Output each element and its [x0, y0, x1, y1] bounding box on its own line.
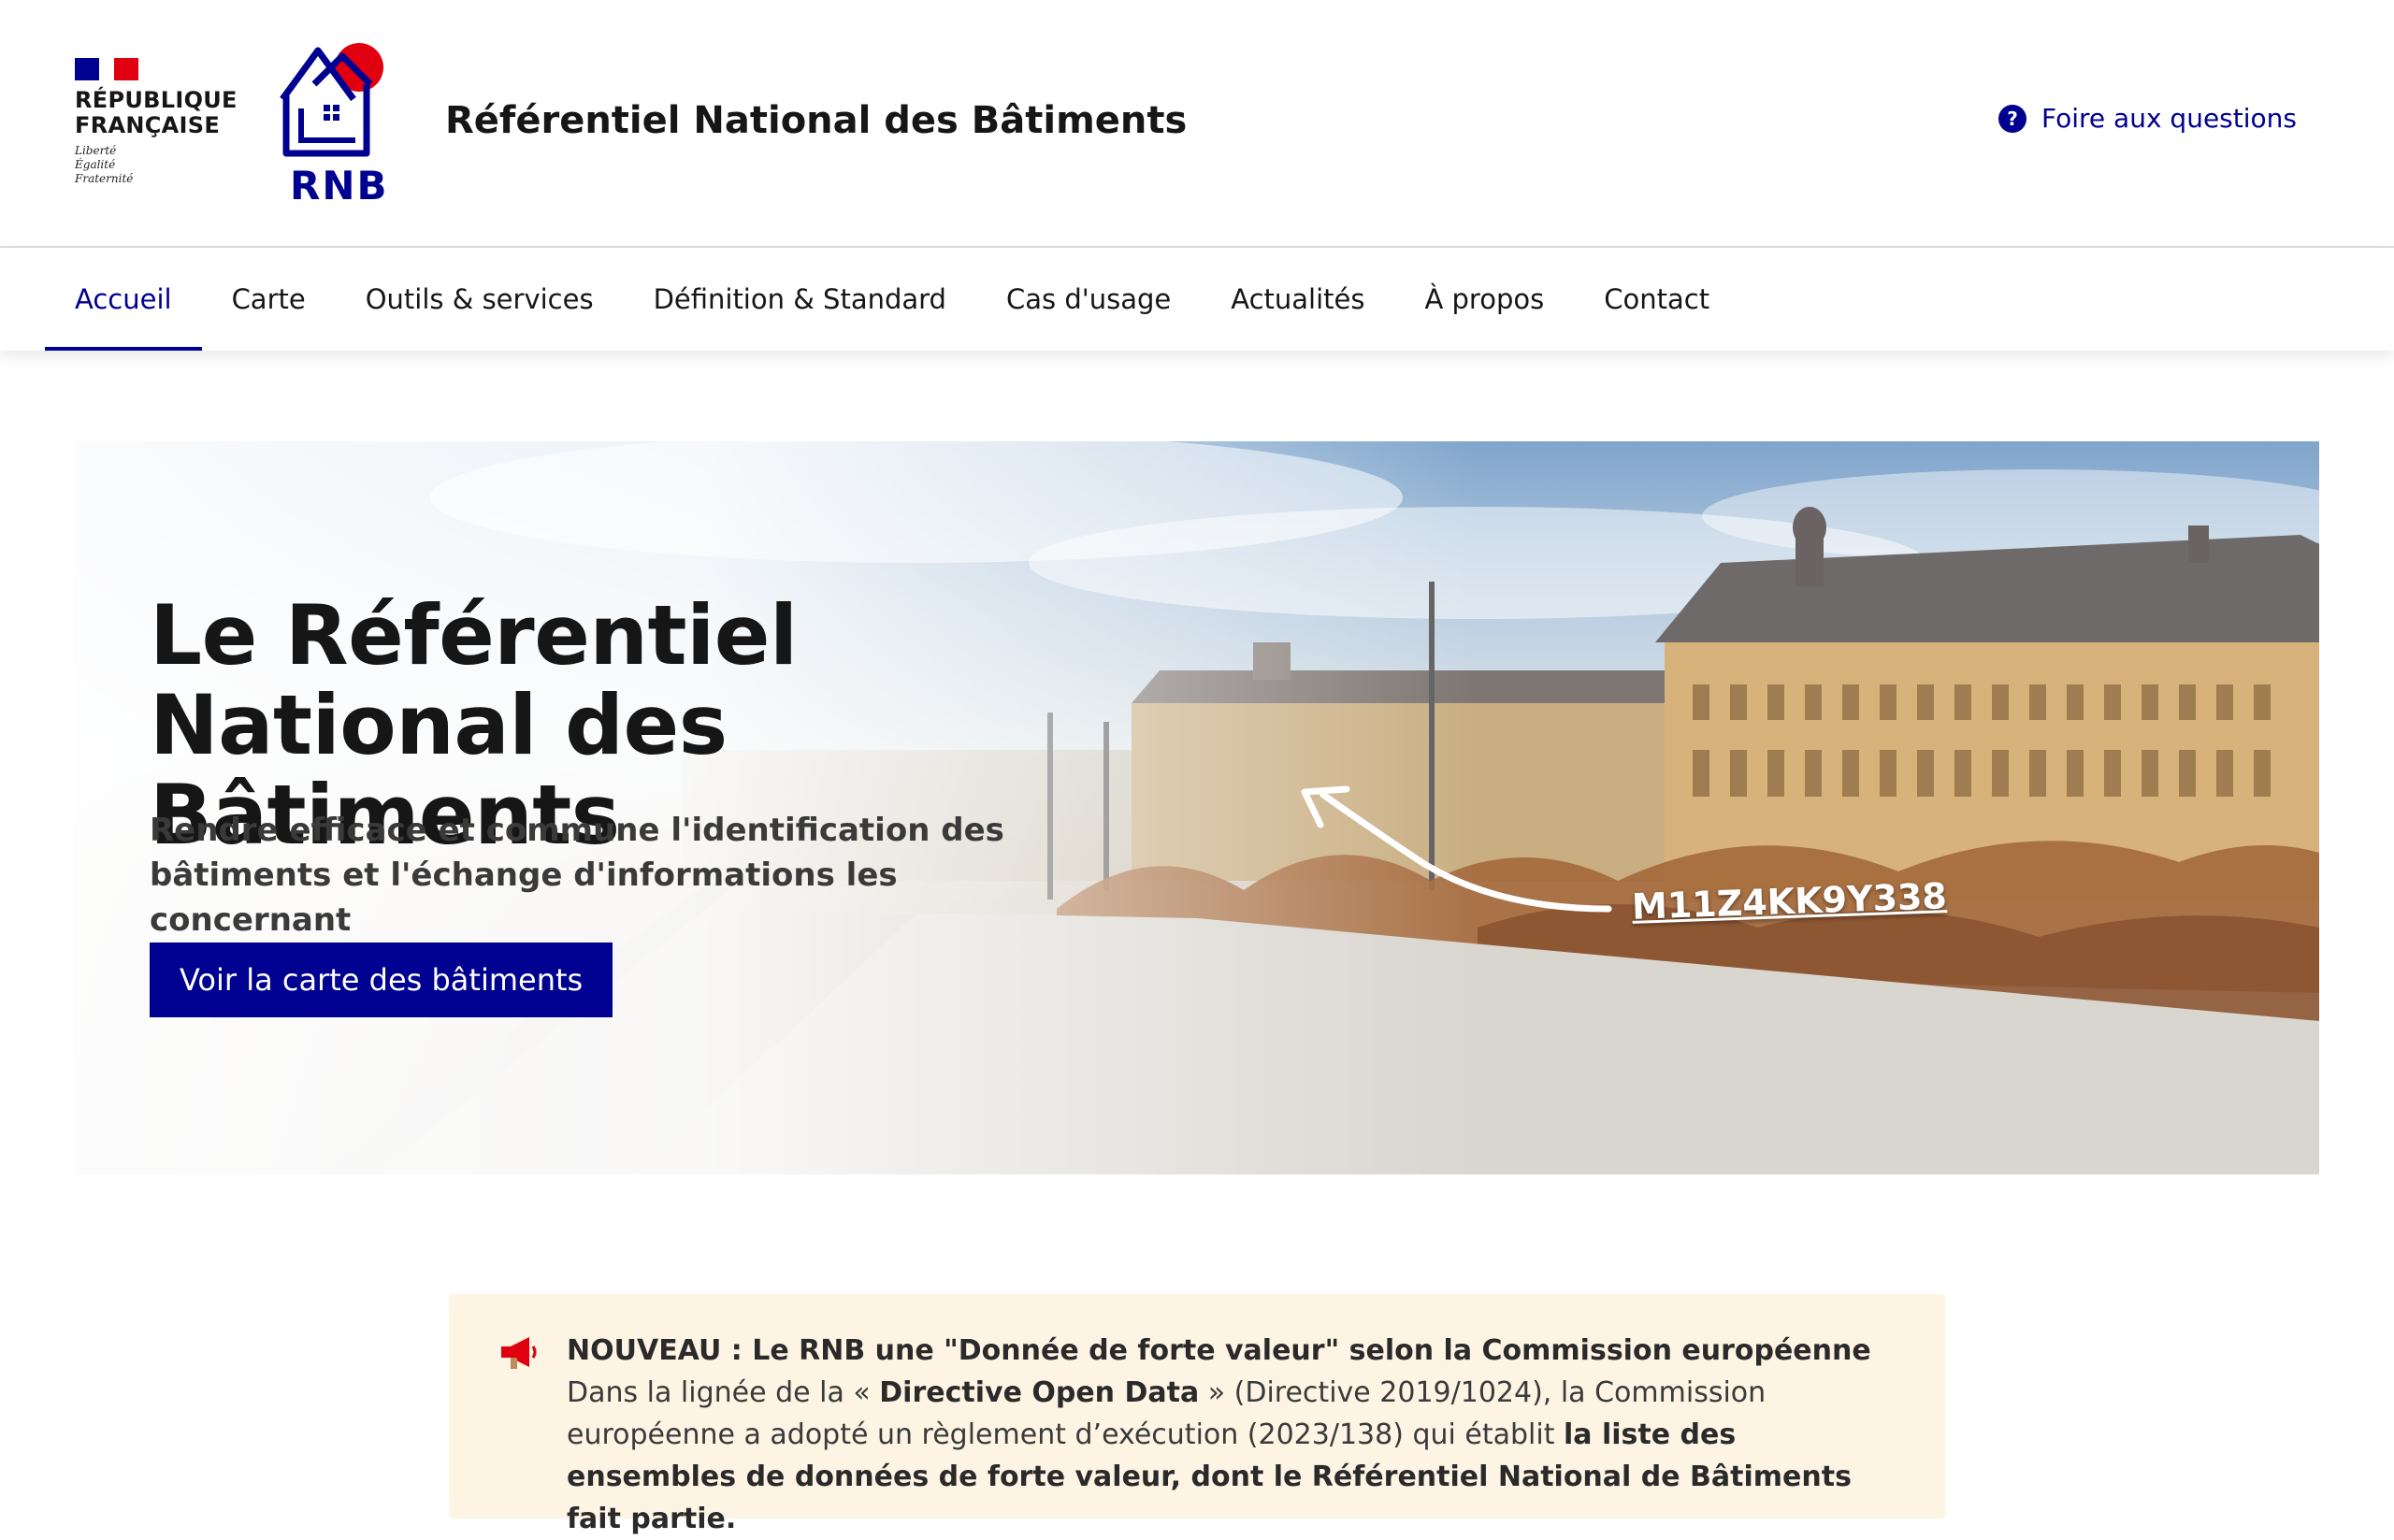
nav-item-outils-services[interactable]: Outils & services — [336, 248, 624, 351]
republique-francaise-name: République Française — [75, 87, 238, 138]
notice-text: Dans la lignée de la « Directive Open Da… — [567, 1376, 1852, 1535]
nav-item-carte[interactable]: Carte — [202, 248, 336, 351]
nav-item-definition-standard[interactable]: Définition & Standard — [624, 248, 976, 351]
marianne-flag-icon — [75, 58, 138, 80]
megaphone-icon — [501, 1337, 537, 1369]
view-map-button[interactable]: Voir la carte des bâtiments — [150, 943, 613, 1017]
republique-motto: Liberté Égalité Fraternité — [75, 144, 134, 185]
rnb-logo[interactable]: RNB — [277, 43, 389, 209]
nav-item-actualites[interactable]: Actualités — [1201, 248, 1394, 351]
nav-item-cas-usage[interactable]: Cas d'usage — [976, 248, 1201, 351]
main-navigation: Accueil Carte Outils & services Définiti… — [0, 248, 2394, 351]
nav-item-contact[interactable]: Contact — [1574, 248, 1739, 351]
hero-subtitle: Rendre efficace et commune l'identificat… — [150, 812, 1004, 939]
news-notice: NOUVEAU : Le RNB une "Donnée de forte va… — [449, 1294, 1945, 1535]
nav-item-accueil[interactable]: Accueil — [45, 248, 202, 351]
notice-directive-link: Directive Open Data — [879, 1376, 1200, 1409]
site-title[interactable]: Référentiel National des Bâtiments — [445, 99, 1187, 142]
nav-item-a-propos[interactable]: À propos — [1394, 248, 1574, 351]
question-circle-icon: ? — [1998, 104, 2027, 133]
notice-heading: NOUVEAU : Le RNB une "Donnée de forte va… — [567, 1334, 1871, 1367]
notice-body: NOUVEAU : Le RNB une "Donnée de forte va… — [567, 1330, 1895, 1540]
hero-banner: Le Référentiel National des Bâtiments Re… — [75, 441, 2319, 1174]
rnb-house-icon — [280, 43, 383, 157]
faq-label: Foire aux questions — [2041, 103, 2297, 134]
faq-link[interactable]: ? Foire aux questions — [1998, 103, 2297, 134]
site-header: République Française Liberté Égalité Fra… — [0, 0, 2394, 248]
rnb-logo-text: RNB — [290, 163, 389, 209]
republique-francaise-logo[interactable]: République Française Liberté Égalité Fra… — [75, 58, 243, 198]
